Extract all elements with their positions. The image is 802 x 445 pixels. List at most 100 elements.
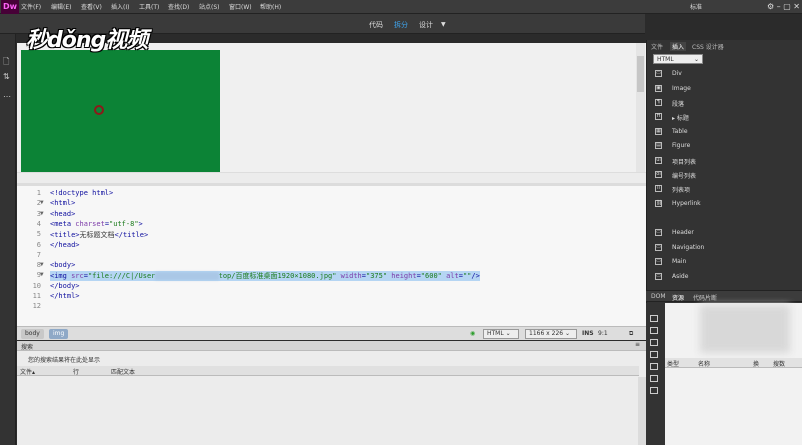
panel-menu-icon[interactable]: ≡	[635, 341, 640, 348]
code-text: <img src="file:///C|/Users/XXXXXXXX/Desk…	[50, 271, 480, 282]
fold-arrow-icon[interactable]: ▼	[40, 271, 44, 278]
tab-insert[interactable]: 插入	[670, 42, 687, 51]
fold-arrow-icon[interactable]: ▼	[40, 261, 44, 268]
code-token: <head>	[50, 209, 76, 218]
menu-site[interactable]: 站点(S)	[199, 2, 220, 11]
code-line[interactable]: 6 </head>	[17, 241, 646, 251]
sort-icon[interactable]: ⇅	[3, 72, 10, 81]
code-line[interactable]: 4 <meta charset="utf-8">	[17, 220, 646, 230]
image-placeholder[interactable]	[21, 50, 220, 173]
media-icon[interactable]	[650, 351, 658, 358]
code-line[interactable]: 11 </html>	[17, 292, 646, 302]
menu-file[interactable]: 文件(F)	[21, 2, 41, 11]
insert-item[interactable]: ¶ 段落	[655, 98, 795, 110]
fold-arrow-icon[interactable]: ▼	[40, 210, 44, 217]
menu-help[interactable]: 帮助(H)	[260, 2, 281, 11]
insert-item[interactable]: H ▸ 标题	[655, 112, 795, 124]
column-file-label: 文件	[20, 369, 33, 376]
file-icon[interactable]: 🗋	[3, 56, 9, 70]
menu-find[interactable]: 查找(D)	[168, 2, 189, 11]
library-icon[interactable]	[650, 387, 658, 394]
fold-arrow-icon[interactable]: ▼	[40, 199, 44, 206]
insert-item[interactable]: ol 编号列表	[655, 170, 795, 182]
app-logo: Dw	[1, 0, 19, 14]
column-line[interactable]: 行	[73, 367, 79, 376]
column-misc[interactable]: 换	[753, 359, 759, 368]
design-scroll-thumb[interactable]	[637, 56, 644, 92]
insert-item-label: Main	[672, 258, 687, 265]
code-line[interactable]: 12	[17, 302, 646, 312]
code-line[interactable]: 10 </body>	[17, 282, 646, 292]
code-text: <meta charset="utf-8">	[50, 220, 143, 228]
split-view-button[interactable]: 拆分	[394, 20, 408, 30]
insert-item[interactable]: ▭ Header	[655, 228, 795, 240]
insert-item[interactable]: ul 项目列表	[655, 156, 795, 168]
insert-item[interactable]: ⛓ Hyperlink	[655, 199, 795, 211]
insert-item[interactable]: ▭ Div	[655, 69, 795, 81]
heading-icon: H	[655, 113, 662, 120]
column-match-text[interactable]: 匹配文本	[111, 367, 135, 376]
menu-tools[interactable]: 工具(T)	[139, 2, 159, 11]
code-line[interactable]: 2 ▼ <html>	[17, 199, 646, 209]
templates-icon[interactable]	[650, 375, 658, 382]
video-watermark: 秒dǒng视频	[26, 28, 148, 53]
insert-item[interactable]: ▭ Navigation	[655, 243, 795, 255]
window-size-select[interactable]: 1166 x 226 ⌄	[525, 329, 577, 339]
workspace-switcher[interactable]: 标准	[690, 2, 702, 11]
tag-selector-img[interactable]: img	[49, 329, 69, 339]
code-token: alt	[441, 272, 459, 281]
code-line[interactable]: 8 ▼ <body>	[17, 261, 646, 271]
search-scrollbar[interactable]	[638, 377, 646, 445]
line-number: 10	[32, 281, 41, 290]
images-icon[interactable]	[650, 315, 658, 322]
design-hscrollbar[interactable]	[17, 172, 646, 183]
insert-item[interactable]: ▭ Main	[655, 257, 795, 269]
code-line[interactable]: 1 <!doctype html>	[17, 189, 646, 199]
doctype-value: HTML	[487, 330, 504, 337]
menu-window[interactable]: 窗口(W)	[229, 2, 252, 11]
chevron-down-icon[interactable]: ▼	[441, 21, 446, 28]
menu-view[interactable]: 查看(V)	[81, 2, 102, 11]
code-view-button[interactable]: 代码	[369, 20, 383, 30]
tag-selector-body[interactable]: body	[21, 329, 44, 339]
code-view[interactable]: 1 <!doctype html> 2 ▼ <html> 3 ▼ <head> 4 <meta c…	[17, 183, 646, 327]
code-line[interactable]: 5 <title>无标题文档</title>	[17, 230, 646, 240]
more-icon[interactable]: ⋯	[3, 92, 11, 101]
colors-icon[interactable]	[650, 327, 658, 334]
search-tab[interactable]: 搜索	[21, 342, 33, 351]
scripts-icon[interactable]	[650, 363, 658, 370]
window-controls[interactable]: ⚙ – ▢ ✕	[767, 2, 800, 11]
code-line[interactable]: 3 ▼ <head>	[17, 210, 646, 220]
tab-files[interactable]: 文件	[651, 42, 663, 51]
code-text: <html>	[50, 199, 75, 207]
tab-dom[interactable]: DOM	[651, 293, 666, 300]
insert-item-label: Header	[672, 229, 694, 236]
left-toolbar: 🗋 ⇅ ⋯	[0, 34, 16, 445]
code-line[interactable]: 9▼<img src="file:///C|/Users/XXXXXXXX/De…	[17, 271, 646, 282]
insert-item[interactable]: ▭ Aside	[655, 272, 795, 284]
insert-item[interactable]: ▣ Image	[655, 84, 795, 96]
column-file[interactable]: 文件▴	[20, 367, 35, 376]
menu-insert[interactable]: 插入(I)	[111, 2, 129, 11]
code-token: </html>	[50, 292, 80, 300]
tab-snippets[interactable]: 代码片断	[693, 293, 717, 302]
column-type[interactable]: 类型	[667, 359, 679, 368]
insert-item[interactable]: ▤ Figure	[655, 141, 795, 153]
code-line[interactable]: 7	[17, 251, 646, 261]
tab-css-designer[interactable]: CSS 设计器	[692, 42, 724, 51]
preview-icon[interactable]: ⧉	[629, 330, 633, 338]
design-view-button[interactable]: 设计	[419, 20, 433, 30]
urls-icon[interactable]	[650, 339, 658, 346]
table-icon: ▦	[655, 128, 662, 135]
line-number: 5	[36, 230, 41, 239]
insert-item[interactable]: li 列表项	[655, 184, 795, 196]
insert-item[interactable]: ▦ Table	[655, 127, 795, 139]
insert-category-select[interactable]: HTML ⌄	[653, 54, 703, 64]
column-name[interactable]: 名称	[698, 359, 710, 368]
code-token: <img	[50, 272, 72, 281]
insert-item-label: Hyperlink	[672, 200, 701, 207]
tab-assets[interactable]: 资源	[672, 293, 684, 302]
doctype-select[interactable]: HTML ⌄	[483, 329, 519, 339]
menu-edit[interactable]: 编辑(E)	[51, 2, 71, 11]
column-size[interactable]: 搜数	[773, 359, 785, 368]
